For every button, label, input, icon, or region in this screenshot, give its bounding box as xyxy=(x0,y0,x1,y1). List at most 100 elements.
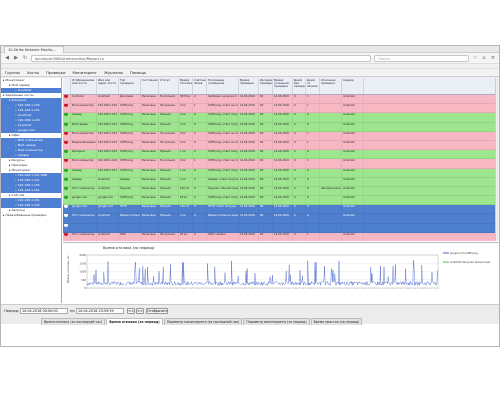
menu-icon[interactable]: ≡ xyxy=(490,55,496,61)
check-ok-icon xyxy=(64,196,68,200)
chart-tab[interactable]: Параметр мониторинга (за последний час) xyxy=(163,318,243,325)
table-cell: localhost xyxy=(342,131,364,140)
tree-node-label: Запросы xyxy=(11,208,25,212)
table-row[interactable]: Сервер 192.168.1.107 ICMP ping Включена Прош… xyxy=(63,168,495,178)
table-row[interactable]: Интернет 192.168.1.105 ICMP ping Включена Пр… xyxy=(63,150,495,160)
next-period-button[interactable]: >> xyxy=(136,308,144,314)
menu-item[interactable]: Журналы xyxy=(104,70,123,75)
menu-item[interactable]: Помощь xyxy=(130,70,146,75)
column-header[interactable]: Интервал проверки xyxy=(259,78,273,94)
tree-node-label: 192.168.1.101 SMB xyxy=(17,173,48,177)
menu-item[interactable]: Хосты xyxy=(27,70,39,75)
table-cell: Прошла xyxy=(159,214,179,223)
address-bar[interactable]: localhost:8080/netmonitor/Report.rs xyxy=(31,54,371,62)
table-cell: 14.04.2016 xyxy=(239,131,259,140)
table-cell: ICMP ping: ответ не получен xyxy=(207,104,239,113)
tree-node-label: Сервер xyxy=(17,153,30,157)
period-to-input[interactable]: 14.04.2016 23:59:59 xyxy=(76,308,124,314)
column-header[interactable]: Счётчик сбоев xyxy=(193,78,207,94)
chart-tabs: Время отклика (за последний час) Время от… xyxy=(41,318,499,325)
table-cell: 60 xyxy=(259,131,273,140)
check-fail-icon xyxy=(64,214,68,218)
column-header[interactable]: Дней со сбоями xyxy=(306,78,320,94)
menu-item[interactable]: Мониторинг xyxy=(73,70,97,75)
table-cell: 14.04.2016 xyxy=(239,214,259,223)
back-icon[interactable]: ◀ xyxy=(4,55,10,61)
check-ok-icon xyxy=(64,113,68,117)
table-row[interactable]: localhost localhost Дисковая Включена Не про… xyxy=(63,95,495,105)
table-cell: 5 мс xyxy=(179,140,193,150)
tree-node[interactable]: ▸ Неразобранные проверки xyxy=(1,213,61,218)
table-cell xyxy=(63,223,71,232)
table-cell: localhost xyxy=(342,214,364,223)
menu-item[interactable]: Группы xyxy=(5,70,20,75)
table-cell: 120 мс xyxy=(179,186,193,196)
table-cell xyxy=(63,140,71,150)
table-cell: 0 xyxy=(306,113,320,122)
prev-period-button[interactable]: << xyxy=(127,308,135,314)
column-header[interactable] xyxy=(63,78,71,94)
table-cell: 14.04.2016 xyxy=(273,205,293,214)
table-row[interactable]: google.com google.com HTTP Включена Прошла 12… xyxy=(63,205,495,215)
table-cell: Включена xyxy=(141,232,159,241)
column-header[interactable]: Дней без проверки xyxy=(293,78,306,94)
browser-tab[interactable]: 10-Strike Network Monito... xyxy=(4,46,64,53)
column-header[interactable]: Тип проверки xyxy=(119,78,141,94)
chart-tab[interactable]: Время отклика (за последний час) xyxy=(41,318,106,325)
table-cell: localhost xyxy=(97,232,119,241)
table-cell: 0 xyxy=(306,205,320,214)
table-cell: localhost xyxy=(342,95,364,104)
table-cell xyxy=(306,223,320,232)
table-scrollbar[interactable] xyxy=(495,78,499,241)
column-header[interactable]: Описание проверки xyxy=(320,78,342,94)
table-cell xyxy=(141,223,159,232)
column-header[interactable]: Время успешной проверки xyxy=(273,78,293,94)
table-cell xyxy=(179,223,193,232)
table-cell xyxy=(320,205,342,214)
table-row[interactable]: Видеонаблюдение 192.168.1.104 ICMP ping Вкл… xyxy=(63,140,495,151)
column-header[interactable]: Отображаемое имя хоста xyxy=(71,78,97,94)
column-header[interactable]: Время отклика xyxy=(179,78,193,94)
show-button[interactable]: Отобразить xyxy=(146,308,168,314)
table-cell xyxy=(63,168,71,177)
forward-icon[interactable]: ▶ xyxy=(13,55,19,61)
table-row[interactable]: Мой компьютер 192.168.1.106 ICMP ping Включ… xyxy=(63,159,495,169)
table-row[interactable]: Мой компьютер 192.168.1.103 ICMP ping Включ… xyxy=(63,131,495,141)
table-row[interactable]: Этот компьютер localhost Журнал Включена Про… xyxy=(63,186,495,197)
column-header[interactable]: Время проверки xyxy=(239,78,259,94)
table-cell xyxy=(320,177,342,186)
search-input[interactable]: Поиск xyxy=(374,54,469,62)
menu-item[interactable]: Проверки xyxy=(46,70,65,75)
table-cell: 14.04.2016 xyxy=(273,113,293,122)
table-row[interactable]: Сервер localhost Сервер Включена Прошла 2 мс 0… xyxy=(63,177,495,187)
table-cell: 192.168.1.100 xyxy=(97,104,119,113)
table-row[interactable]: Этот компьютер localhost Время отклика Вклю… xyxy=(63,214,495,224)
table-cell: localhost xyxy=(342,196,364,205)
chart-tab[interactable]: Параметр мониторинга (за период) xyxy=(243,318,310,325)
chart-tab[interactable]: Время простоя (за период) xyxy=(310,318,363,325)
table-row[interactable]: Сервер 192.168.1.101 ICMP ping Включена Прош… xyxy=(63,113,495,123)
check-fail-icon xyxy=(64,95,68,98)
reload-icon[interactable]: ↻ xyxy=(22,55,28,61)
table-row[interactable]: Этот компьютер localhost WMI Включена Не про… xyxy=(63,232,495,241)
check-fail-icon xyxy=(64,223,68,227)
column-header[interactable]: Состояние xyxy=(141,78,159,94)
table-cell: 0 xyxy=(306,150,320,159)
table-cell: WMI xyxy=(119,232,141,241)
period-from-input[interactable]: 14.04.2016 00:00:00 xyxy=(20,308,68,314)
table-row[interactable] xyxy=(63,223,495,233)
table-cell: ICMP ping xyxy=(119,104,141,113)
column-header[interactable]: Сервер xyxy=(342,78,364,94)
chart-tab[interactable]: Время отклика (за период) xyxy=(106,318,163,325)
column-header[interactable]: Последнее сообщение xyxy=(207,78,239,94)
table-cell: 14.04.2016 xyxy=(273,177,293,186)
table-row[interactable]: google.com google.com ICMP ping Включена Про… xyxy=(63,196,495,206)
home-icon[interactable]: ⌂ xyxy=(481,55,487,61)
column-header[interactable]: Имя или адрес хоста xyxy=(97,78,119,94)
column-header[interactable]: Статус xyxy=(159,78,179,94)
bookmark-star-icon[interactable]: ☆ xyxy=(472,55,478,61)
table-cell: 60 xyxy=(259,177,273,186)
table-row[interactable]: Мой сервер 192.168.1.102 ICMP ping Включена… xyxy=(63,122,495,132)
table-cell: 0 xyxy=(293,159,306,168)
table-row[interactable]: Мой компьютер 192.168.1.100 ICMP ping Включ… xyxy=(63,104,495,114)
